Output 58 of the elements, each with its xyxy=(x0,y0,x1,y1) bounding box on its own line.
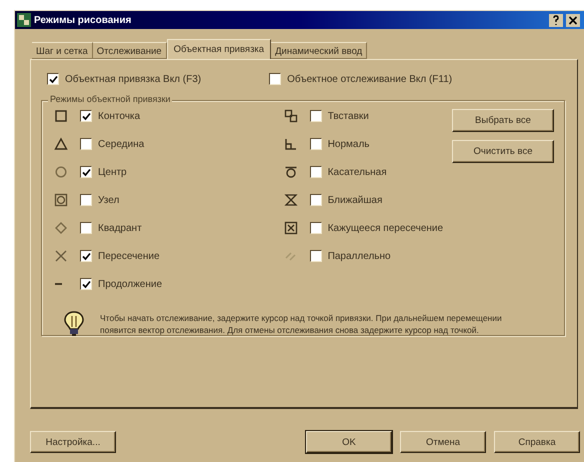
hint-text: Чтобы начать отслеживание, задержите курсор над точкой привязки. При дальнейшем перемещении появится вектор отслеживания. Для отмены отслеживания снова задержите курсор над точкой. xyxy=(100,312,503,336)
checkbox[interactable] xyxy=(310,138,322,150)
dialog-button[interactable]: Справка xyxy=(494,431,580,453)
checkbox[interactable] xyxy=(310,250,322,262)
checkbox-label: Центр xyxy=(98,166,127,178)
squares-icon xyxy=(284,109,298,123)
square-icon xyxy=(54,109,68,123)
tab[interactable]: Шаг и сетка xyxy=(32,42,93,59)
close-icon[interactable] xyxy=(566,14,580,26)
checkbox-label: Объектное отслеживание Вкл (F11) xyxy=(287,74,452,84)
group-title: Режимы объектной привязки xyxy=(48,94,172,104)
hourglass-icon xyxy=(284,193,298,207)
checkbox[interactable] xyxy=(80,194,92,206)
window-title: Режимы рисования xyxy=(34,14,132,26)
checkbox-label: Твставки xyxy=(328,110,369,122)
crossed-square-icon xyxy=(284,221,298,235)
checkbox-label: Касательная xyxy=(328,166,387,178)
dialog-button[interactable]: Отмена xyxy=(400,431,486,453)
tab[interactable]: Отслеживание xyxy=(92,42,167,59)
checkbox[interactable] xyxy=(80,166,92,178)
checkbox-label: Нормаль xyxy=(328,138,370,150)
circle-icon xyxy=(54,165,68,179)
checkbox[interactable] xyxy=(47,73,59,85)
checkbox[interactable] xyxy=(310,110,322,122)
triangle-icon xyxy=(54,137,68,151)
tab[interactable]: Объектная привязка xyxy=(166,39,272,59)
checkbox[interactable] xyxy=(80,110,92,122)
options-button[interactable]: Настройка... xyxy=(30,431,116,453)
checkbox-label: Кажущееся пересечение xyxy=(328,222,444,234)
checkbox[interactable] xyxy=(80,250,92,262)
select-button[interactable]: Очистить все xyxy=(452,140,554,163)
checkbox[interactable] xyxy=(310,222,322,234)
checkbox-label: Квадрант xyxy=(98,222,142,234)
checkbox-label: Параллельно xyxy=(328,250,391,262)
help-icon[interactable] xyxy=(549,14,563,26)
checkbox-label: Объектная привязка Вкл (F3) xyxy=(65,74,202,84)
lightbulb-icon xyxy=(64,311,84,337)
checkbox[interactable] xyxy=(80,138,92,150)
checkbox-label: Середина xyxy=(98,138,144,150)
node-icon xyxy=(54,193,68,207)
tab[interactable]: Динамический ввод xyxy=(271,42,368,59)
checkbox-label: Продолжение xyxy=(98,278,162,290)
perpendicular-icon xyxy=(284,137,298,151)
diamond-icon xyxy=(54,221,68,235)
dialog-button[interactable]: OK xyxy=(306,431,392,453)
select-button[interactable]: Выбрать все xyxy=(452,109,554,132)
app-icon xyxy=(17,13,31,27)
checkbox[interactable] xyxy=(80,222,92,234)
checkbox-label: Пересечение xyxy=(98,250,160,262)
checkbox[interactable] xyxy=(269,73,282,85)
checkbox-label: Ближайшая xyxy=(328,194,382,206)
checkbox[interactable] xyxy=(310,194,322,206)
checkbox[interactable] xyxy=(80,278,92,290)
checkbox-label: Узел xyxy=(98,194,120,206)
cross-icon xyxy=(54,249,68,263)
checkbox-label: Конточка xyxy=(98,110,140,122)
tangent-icon xyxy=(284,165,298,179)
checkbox[interactable] xyxy=(310,166,322,178)
